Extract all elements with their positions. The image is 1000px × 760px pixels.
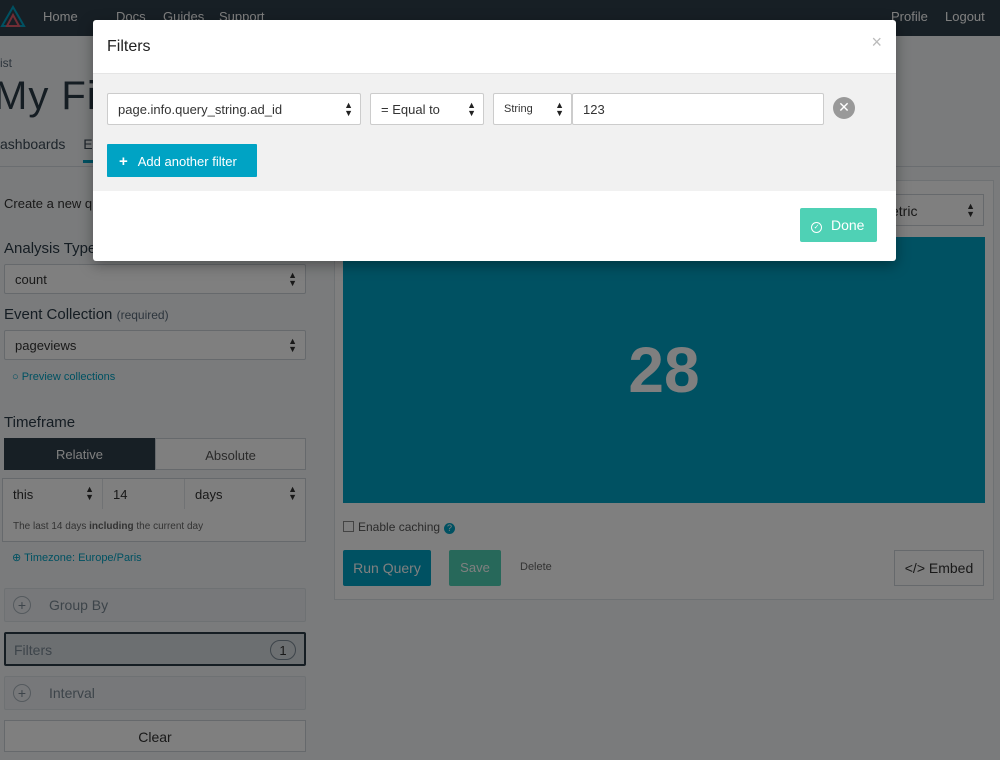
add-filter-button[interactable]: + Add another filter [107, 144, 257, 177]
filter-operator-value: = Equal to [381, 102, 440, 117]
done-label: Done [831, 217, 865, 233]
filter-operator-select[interactable]: = Equal to ▲ ▼ [370, 93, 484, 125]
close-icon[interactable]: × [871, 32, 882, 53]
done-button[interactable]: ✓ Done [800, 208, 877, 242]
select-arrows-icon: ▲▼ [555, 100, 564, 118]
filter-value-input[interactable] [572, 93, 824, 125]
add-filter-label: Add another filter [137, 154, 237, 169]
plus-icon: + [119, 153, 128, 170]
modal-title: Filters [107, 38, 151, 55]
filter-type-value: String [504, 103, 533, 115]
select-arrows-icon: ▲▼ [344, 100, 353, 118]
filter-list: page.info.query_string.ad_id ▲ ▼ = Equal … [93, 74, 896, 191]
select-arrows-icon: ▲▼ [467, 100, 476, 118]
filters-modal: Filters × page.info.query_string.ad_id ▲… [93, 20, 896, 261]
filter-type-select[interactable]: String ▲ ▼ [493, 93, 572, 125]
remove-filter-icon[interactable]: ✕ [833, 97, 855, 119]
filter-property-select[interactable]: page.info.query_string.ad_id ▲ ▼ [107, 93, 361, 125]
check-circle-icon: ✓ [811, 222, 822, 233]
filter-property-value: page.info.query_string.ad_id [118, 102, 283, 117]
